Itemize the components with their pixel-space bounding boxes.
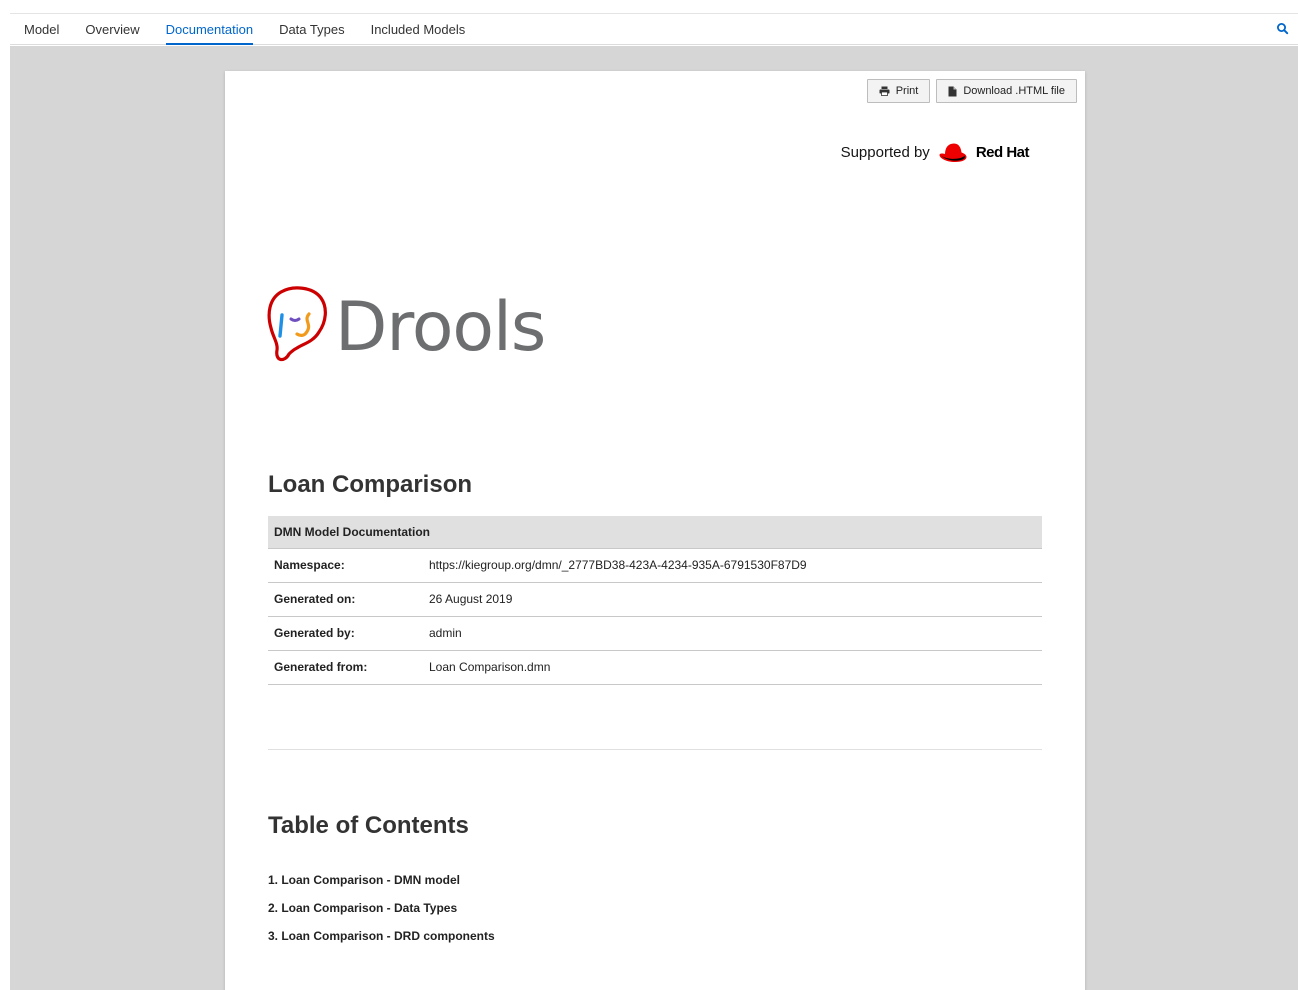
metadata-value: 26 August 2019 [423,582,1042,617]
metadata-key: Namespace: [268,548,423,583]
supported-by-text: Supported by [840,143,930,161]
metadata-key: Generated on: [268,582,423,617]
tab-model[interactable]: Model [24,14,59,44]
model-title: Loan Comparison [268,471,473,498]
tab-documentation[interactable]: Documentation [165,14,254,45]
documentation-page: Print Download .HTML file Supported by R… [225,71,1085,990]
metadata-key: Generated by: [268,616,423,651]
drools-wordmark: Drools [335,288,546,367]
toc-link-drd-components[interactable]: 3. Loan Comparison - DRD components [268,929,1042,943]
drools-face-icon [267,286,327,362]
print-button[interactable]: Print [866,79,931,103]
table-header: DMN Model Documentation [268,516,1042,549]
metadata-value: https://kiegroup.org/dmn/_2777BD38-423A-… [423,548,1042,583]
table-row: Generated on: 26 August 2019 [268,582,1042,617]
tab-overview[interactable]: Overview [85,14,139,44]
metadata-value: Loan Comparison.dmn [423,650,1042,685]
download-label: Download .HTML file [963,85,1065,97]
table-row: Namespace: https://kiegroup.org/dmn/_277… [268,548,1042,583]
documentation-workarea: Print Download .HTML file Supported by R… [10,46,1298,990]
toc-link-dmn-model[interactable]: 1. Loan Comparison - DMN model [268,873,1042,887]
section-divider [268,748,1042,750]
document-content: Loan Comparison DMN Model Documentation … [268,471,1042,957]
print-icon [879,86,890,96]
top-navigation-bar: Model Overview Documentation Data Types … [10,13,1298,45]
metadata-key: Generated from: [268,650,423,685]
file-icon [948,86,957,96]
editor-tabs: Model Overview Documentation Data Types … [10,14,491,45]
model-metadata-table: DMN Model Documentation Namespace: https… [268,516,1042,685]
toc-link-data-types[interactable]: 2. Loan Comparison - Data Types [268,901,1042,915]
search-icon[interactable] [1276,22,1290,36]
document-toolbar: Print Download .HTML file [866,79,1077,103]
tab-data-types[interactable]: Data Types [279,14,345,44]
print-label: Print [895,85,919,97]
metadata-value: admin [423,616,1042,651]
table-row: Generated by: admin [268,616,1042,651]
table-of-contents: 1. Loan Comparison - DMN model 2. Loan C… [268,873,1042,943]
supported-by-banner: Supported by Red Hat [840,141,1030,163]
tab-included-models[interactable]: Included Models [371,14,466,44]
table-row: Generated from: Loan Comparison.dmn [268,650,1042,685]
drools-logo: Drools [267,284,546,367]
download-html-button[interactable]: Download .HTML file [936,79,1077,103]
redhat-wordmark: Red Hat [975,143,1030,161]
table-header-row: DMN Model Documentation [268,516,1042,549]
redhat-fedora-icon [939,143,967,162]
toc-title: Table of Contents [268,811,469,839]
